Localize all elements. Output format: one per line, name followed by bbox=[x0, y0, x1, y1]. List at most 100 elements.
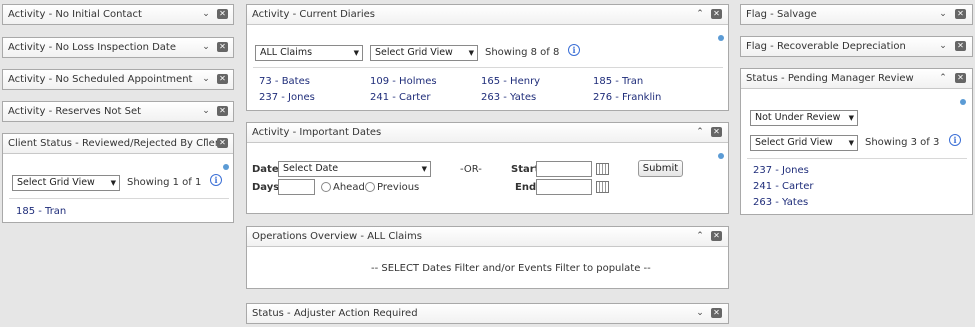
status-dot bbox=[960, 99, 966, 105]
diary-item[interactable]: 73 - Bates bbox=[259, 76, 310, 87]
panel-header: Activity - No Scheduled Appointment ⌄ ✕ bbox=[3, 70, 233, 89]
close-icon[interactable]: ✕ bbox=[711, 231, 722, 241]
panel-current-diaries: Activity - Current Diaries ⌃ ✕ ALL Claim… bbox=[246, 4, 729, 111]
panel-adjuster-action: Status - Adjuster Action Required ⌄ ✕ bbox=[246, 303, 729, 324]
chevron-up-icon[interactable]: ⌃ bbox=[695, 230, 705, 242]
close-icon[interactable]: ✕ bbox=[217, 9, 228, 19]
diary-item[interactable]: 237 - Jones bbox=[259, 92, 315, 103]
diary-item[interactable]: 165 - Henry bbox=[481, 76, 540, 87]
end-date-input[interactable] bbox=[536, 179, 592, 195]
divider bbox=[253, 67, 723, 68]
review-status-select[interactable]: Not Under Review ▼ bbox=[750, 110, 858, 126]
select-value: Not Under Review bbox=[755, 112, 841, 123]
showing-count: Showing 1 of 1 bbox=[127, 177, 202, 188]
select-value: ALL Claims bbox=[260, 47, 313, 58]
previous-label: Previous bbox=[377, 182, 420, 193]
panel-title: Activity - No Loss Inspection Date bbox=[8, 42, 176, 53]
submit-button[interactable]: Submit bbox=[638, 160, 683, 177]
close-icon[interactable]: ✕ bbox=[217, 74, 228, 84]
close-icon[interactable]: ✕ bbox=[711, 9, 722, 19]
close-icon[interactable]: ✕ bbox=[217, 106, 228, 116]
panel-flag-salvage: Flag - Salvage ⌄ ✕ bbox=[740, 4, 973, 25]
close-icon[interactable]: ✕ bbox=[955, 73, 966, 83]
select-value: Select Grid View bbox=[17, 177, 95, 188]
panel-title: Status - Pending Manager Review bbox=[746, 73, 914, 84]
chevron-up-icon[interactable]: ⌃ bbox=[695, 126, 705, 138]
chevron-down-icon[interactable]: ⌄ bbox=[201, 105, 211, 117]
panel-header: Activity - Important Dates ⌃ ✕ bbox=[247, 123, 728, 143]
pending-item[interactable]: 237 - Jones bbox=[753, 165, 809, 176]
start-date-input[interactable] bbox=[536, 161, 592, 177]
chevron-down-icon[interactable]: ⌄ bbox=[938, 40, 948, 52]
or-label: -OR- bbox=[460, 164, 482, 175]
panel-title: Client Status - Reviewed/Rejected By Cli… bbox=[8, 138, 226, 149]
status-dot bbox=[718, 35, 724, 41]
panel-title: Activity - Reserves Not Set bbox=[8, 106, 142, 117]
panel-header: Activity - Current Diaries ⌃ ✕ bbox=[247, 5, 728, 25]
chevron-down-icon[interactable]: ⌄ bbox=[695, 307, 705, 319]
info-icon[interactable]: i bbox=[949, 134, 961, 146]
panel-header: Activity - No Initial Contact ⌄ ✕ bbox=[3, 5, 233, 24]
grid-view-select[interactable]: Select Grid View ▼ bbox=[12, 175, 120, 191]
calendar-icon[interactable] bbox=[596, 163, 609, 175]
select-arrow-icon: ▼ bbox=[468, 49, 474, 57]
pending-item[interactable]: 241 - Carter bbox=[753, 181, 813, 192]
chevron-up-icon[interactable]: ⌃ bbox=[695, 8, 705, 20]
client-item[interactable]: 185 - Tran bbox=[16, 206, 66, 217]
chevron-down-icon[interactable]: ⌄ bbox=[938, 8, 948, 20]
divider bbox=[747, 158, 967, 159]
close-icon[interactable]: ✕ bbox=[217, 42, 228, 52]
days-input[interactable] bbox=[278, 179, 315, 195]
panel-title: Activity - No Initial Contact bbox=[8, 9, 142, 20]
select-arrow-icon: ▼ bbox=[353, 49, 359, 57]
select-arrow-icon: ▼ bbox=[110, 179, 116, 187]
close-icon[interactable]: ✕ bbox=[711, 127, 722, 137]
date-select[interactable]: Select Date ▼ bbox=[278, 161, 431, 177]
select-value: Select Date bbox=[283, 163, 339, 174]
chevron-down-icon[interactable]: ⌄ bbox=[201, 73, 211, 85]
panel-operations-overview: Operations Overview - ALL Claims ⌃ ✕ -- … bbox=[246, 226, 729, 289]
panel-no-loss-inspection-date: Activity - No Loss Inspection Date ⌄ ✕ bbox=[2, 37, 234, 58]
calendar-icon[interactable] bbox=[596, 181, 609, 193]
panel-title: Activity - Important Dates bbox=[252, 127, 382, 138]
panel-title: Status - Adjuster Action Required bbox=[252, 308, 418, 319]
chevron-up-icon[interactable]: ⌃ bbox=[938, 72, 948, 84]
panel-title: Flag - Recoverable Depreciation bbox=[746, 41, 906, 52]
close-icon[interactable]: ✕ bbox=[955, 41, 966, 51]
diary-item[interactable]: 109 - Holmes bbox=[370, 76, 437, 87]
panel-no-scheduled-appointment: Activity - No Scheduled Appointment ⌄ ✕ bbox=[2, 69, 234, 90]
info-icon[interactable]: i bbox=[210, 174, 222, 186]
panel-title: Flag - Salvage bbox=[746, 9, 817, 20]
select-value: Select Grid View bbox=[375, 47, 453, 58]
chevron-down-icon[interactable]: ⌄ bbox=[201, 41, 211, 53]
info-icon[interactable]: i bbox=[568, 44, 580, 56]
previous-radio[interactable] bbox=[365, 182, 375, 192]
panel-header: Activity - No Loss Inspection Date ⌄ ✕ bbox=[3, 38, 233, 57]
chevron-down-icon[interactable]: ⌄ bbox=[201, 8, 211, 20]
diary-item[interactable]: 276 - Franklin bbox=[593, 92, 661, 103]
claims-filter-select[interactable]: ALL Claims ▼ bbox=[255, 45, 363, 61]
panel-header: Activity - Reserves Not Set ⌄ ✕ bbox=[3, 102, 233, 121]
ahead-radio[interactable] bbox=[321, 182, 331, 192]
panel-pending-manager-review: Status - Pending Manager Review ⌃ ✕ Not … bbox=[740, 68, 973, 215]
panel-no-initial-contact: Activity - No Initial Contact ⌄ ✕ bbox=[2, 4, 234, 25]
panel-title: Activity - No Scheduled Appointment bbox=[8, 74, 193, 85]
panel-header: Client Status - Reviewed/Rejected By Cli… bbox=[3, 134, 233, 154]
close-icon[interactable]: ✕ bbox=[711, 308, 722, 318]
chevron-up-icon[interactable]: ⌃ bbox=[201, 137, 211, 149]
panel-title: Activity - Current Diaries bbox=[252, 9, 375, 20]
close-icon[interactable]: ✕ bbox=[955, 9, 966, 19]
pending-item[interactable]: 263 - Yates bbox=[753, 197, 808, 208]
diary-item[interactable]: 241 - Carter bbox=[370, 92, 430, 103]
diary-item[interactable]: 185 - Tran bbox=[593, 76, 643, 87]
grid-view-select[interactable]: Select Grid View ▼ bbox=[750, 135, 858, 151]
grid-view-select[interactable]: Select Grid View ▼ bbox=[370, 45, 478, 61]
diary-item[interactable]: 263 - Yates bbox=[481, 92, 536, 103]
panel-flag-recoverable-depreciation: Flag - Recoverable Depreciation ⌄ ✕ bbox=[740, 36, 973, 57]
panel-header: Status - Adjuster Action Required ⌄ ✕ bbox=[247, 304, 728, 323]
select-value: Select Grid View bbox=[755, 137, 833, 148]
status-dot bbox=[718, 153, 724, 159]
empty-state-message: -- SELECT Dates Filter and/or Events Fil… bbox=[371, 263, 651, 274]
close-icon[interactable]: ✕ bbox=[217, 138, 228, 148]
panel-important-dates: Activity - Important Dates ⌃ ✕ Date: Sel… bbox=[246, 122, 729, 214]
